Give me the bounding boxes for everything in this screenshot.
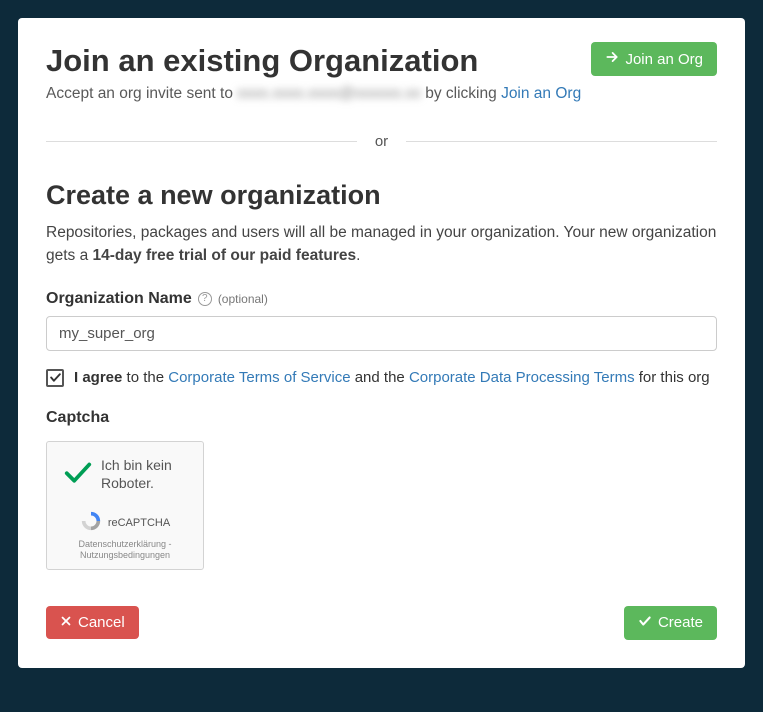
check-icon (49, 371, 62, 384)
agree-text: I agree to the Corporate Terms of Servic… (74, 369, 710, 386)
cancel-button[interactable]: Cancel (46, 606, 139, 639)
close-icon (60, 614, 72, 631)
check-icon (638, 614, 652, 632)
divider-text: or (357, 133, 406, 150)
captcha-main: Ich bin kein Roboter. (57, 456, 193, 492)
recaptcha-brand-text: reCAPTCHA (108, 517, 170, 529)
create-description: Repositories, packages and users will al… (46, 221, 717, 268)
optional-text: (optional) (218, 292, 268, 306)
captcha-text: Ich bin kein Roboter. (101, 456, 193, 492)
create-button-label: Create (658, 614, 703, 631)
agree-row: I agree to the Corporate Terms of Servic… (46, 369, 717, 387)
org-name-input[interactable] (46, 316, 717, 351)
join-header-row: Join an existing Organization Join an Or… (46, 42, 717, 79)
join-subtext: Accept an org invite sent to xxxx.xxxx.x… (46, 85, 717, 103)
join-org-button[interactable]: Join an Org (591, 42, 717, 76)
footer-row: Cancel Create (46, 606, 717, 640)
captcha-check-icon (63, 457, 93, 491)
join-org-button-label: Join an Org (625, 51, 703, 68)
dpt-link[interactable]: Corporate Data Processing Terms (409, 369, 635, 386)
join-heading: Join an existing Organization (46, 42, 478, 79)
blurred-email: xxxx.xxxx.xxxx@xxxxxx.xx (237, 85, 421, 102)
captcha-label: Captcha (46, 409, 717, 427)
org-modal: Join an existing Organization Join an Or… (18, 18, 745, 668)
join-org-link[interactable]: Join an Org (501, 85, 581, 102)
recaptcha-brand: reCAPTCHA Datenschutzerklärung - Nutzung… (57, 510, 193, 561)
recaptcha-logo-icon (80, 510, 102, 535)
org-name-label-row: Organization Name ? (optional) (46, 290, 717, 308)
cancel-button-label: Cancel (78, 614, 125, 631)
help-icon[interactable]: ? (198, 292, 212, 306)
create-button[interactable]: Create (624, 606, 717, 640)
org-name-label: Organization Name (46, 290, 192, 308)
create-heading: Create a new organization (46, 180, 717, 211)
captcha-widget[interactable]: Ich bin kein Roboter. reCAPTCHA Datensch… (46, 441, 204, 570)
agree-checkbox[interactable] (46, 369, 64, 387)
recaptcha-links[interactable]: Datenschutzerklärung - Nutzungsbedingung… (57, 539, 193, 561)
tos-link[interactable]: Corporate Terms of Service (168, 369, 350, 386)
or-divider: or (46, 133, 717, 150)
arrow-right-icon (605, 50, 619, 68)
